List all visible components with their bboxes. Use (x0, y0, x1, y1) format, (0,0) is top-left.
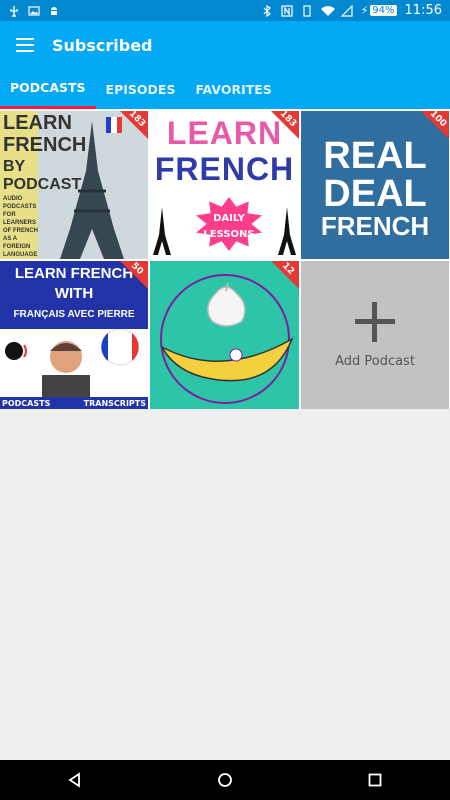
tile4-line3: FRANÇAIS AVEC PIERRE (13, 309, 135, 320)
tile1-line3: BY (3, 158, 26, 175)
vibrate-icon (301, 4, 313, 17)
page-title: Subscribed (52, 35, 153, 55)
podcast-tile-francais-avec-pierre[interactable]: LEARN FRENCH WITH FRANÇAIS AVEC PIERRE P… (0, 261, 148, 409)
clock: 11:56 (404, 3, 442, 18)
android-icon (48, 5, 60, 17)
tile1-description: AUDIO PODCASTS FOR LEARNERS OF FRENCH AS… (3, 196, 38, 258)
podcast-tile-learn-french-by-podcast[interactable]: LEARN FRENCH BY PODCAST AUDIO PODCASTS F… (0, 111, 148, 259)
usb-icon (8, 5, 20, 18)
tile4-footer-left: PODCASTS (2, 398, 51, 408)
tile2-daily: DAILY (213, 213, 245, 224)
tab-favorites[interactable]: FAVORITES (185, 69, 281, 109)
wifi-icon (320, 5, 335, 17)
tab-episodes[interactable]: EPISODES (96, 69, 186, 109)
podcast-tile-banana[interactable]: 12 (150, 261, 299, 409)
battery-indicator: ⚡ 94% (361, 4, 397, 17)
add-podcast-button[interactable]: Add Podcast (301, 261, 449, 409)
tile3-line3: FRENCH (320, 211, 430, 241)
system-nav-bar (0, 760, 450, 800)
menu-icon[interactable] (16, 38, 34, 52)
charging-icon: ⚡ (360, 4, 369, 17)
image-icon (28, 5, 40, 17)
tile1-line1: LEARN (3, 112, 72, 134)
tile4-footer-right: TRANSCRIPTS (83, 398, 146, 408)
app-bar: Subscribed (0, 21, 450, 69)
tile4-footer: PODCASTS TRANSCRIPTS (0, 397, 148, 409)
nfc-icon (280, 4, 293, 17)
home-icon[interactable] (213, 768, 237, 792)
podcast-tile-real-deal-french[interactable]: REAL DEAL FRENCH 100 (301, 111, 449, 259)
tile1-line4: PODCAST (3, 176, 82, 193)
plus-icon (355, 301, 395, 342)
no-signal-icon (340, 4, 353, 17)
bluetooth-icon (261, 4, 273, 17)
tile3-line2: DEAL (323, 173, 427, 215)
recents-icon[interactable] (363, 768, 387, 792)
tile2-lessons: LESSONS (203, 229, 255, 240)
tile3-line1: REAL (323, 135, 427, 177)
tab-bar: PODCASTS EPISODES FAVORITES (0, 69, 450, 109)
podcast-tile-learn-french-daily-lessons[interactable]: LEARN FRENCH DAILY LESSONS 183 (150, 111, 299, 259)
status-bar: ⚡ 94% 11:56 (0, 0, 450, 21)
back-icon[interactable] (63, 768, 87, 792)
tab-podcasts[interactable]: PODCASTS (0, 69, 96, 109)
battery-percent: 94% (370, 5, 397, 16)
tile1-line2: FRENCH (3, 134, 87, 156)
add-podcast-label: Add Podcast (335, 353, 415, 369)
podcast-grid: LEARN FRENCH BY PODCAST AUDIO PODCASTS F… (0, 109, 450, 409)
